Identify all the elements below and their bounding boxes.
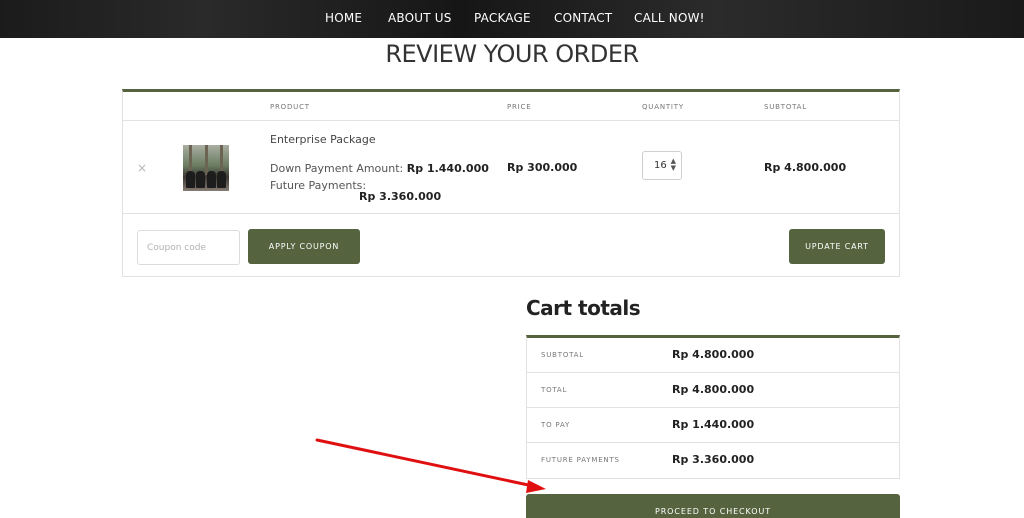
cart-totals-title: Cart totals — [526, 296, 641, 320]
future-payments-value: Rp 3.360.000 — [359, 190, 442, 203]
proceed-to-checkout-button[interactable]: PROCEED TO CHECKOUT — [526, 494, 900, 518]
totals-value: Rp 3.360.000 — [672, 453, 755, 466]
nav-package[interactable]: PACKAGE — [474, 11, 531, 25]
nav-call-now[interactable]: CALL NOW! — [634, 11, 705, 25]
product-thumbnail[interactable] — [183, 145, 229, 191]
product-name-link[interactable]: Enterprise Package — [270, 133, 376, 146]
future-payments-label: Future Payments: — [270, 179, 367, 192]
totals-row-total: TOTAL Rp 4.800.000 — [527, 373, 899, 408]
totals-label: TO PAY — [541, 421, 571, 429]
totals-label: TOTAL — [541, 386, 568, 394]
totals-row-future-payments: FUTURE PAYMENTS Rp 3.360.000 — [527, 443, 899, 478]
quantity-value: 16 — [654, 160, 667, 171]
nav-contact[interactable]: CONTACT — [554, 11, 612, 25]
totals-row-subtotal: SUBTOTAL Rp 4.800.000 — [527, 338, 899, 373]
page-title: REVIEW YOUR ORDER — [385, 40, 639, 68]
top-navigation: HOME ABOUT US PACKAGE CONTACT CALL NOW! — [0, 0, 1024, 38]
header-quantity: QUANTITY — [642, 103, 684, 111]
item-price: Rp 300.000 — [507, 161, 578, 174]
cart-table: PRODUCT PRICE QUANTITY SUBTOTAL × Enterp… — [122, 89, 900, 277]
totals-label: FUTURE PAYMENTS — [541, 456, 620, 464]
totals-label: SUBTOTAL — [541, 351, 584, 359]
header-subtotal: SUBTOTAL — [764, 103, 807, 111]
coupon-code-input[interactable] — [137, 230, 240, 265]
divider — [123, 213, 899, 214]
nav-home[interactable]: HOME — [325, 11, 362, 25]
down-payment-value: Rp 1.440.000 — [406, 162, 489, 175]
nav-about-us[interactable]: ABOUT US — [388, 11, 452, 25]
chevron-updown-icon[interactable]: ▲ ▼ — [671, 158, 676, 172]
close-icon[interactable]: × — [137, 161, 147, 175]
down-payment-line: Down Payment Amount: Rp 1.440.000 — [270, 162, 489, 175]
divider — [123, 120, 899, 121]
update-cart-button[interactable]: UPDATE CART — [789, 229, 885, 264]
totals-row-to-pay: TO PAY Rp 1.440.000 — [527, 408, 899, 443]
totals-value: Rp 4.800.000 — [672, 383, 755, 396]
cart-totals-table: SUBTOTAL Rp 4.800.000 TOTAL Rp 4.800.000… — [526, 335, 900, 479]
apply-coupon-button[interactable]: APPLY COUPON — [248, 229, 360, 264]
item-subtotal: Rp 4.800.000 — [764, 161, 847, 174]
totals-value: Rp 1.440.000 — [672, 418, 755, 431]
header-product: PRODUCT — [270, 103, 310, 111]
quantity-stepper[interactable]: 16 ▲ ▼ — [642, 151, 682, 180]
header-price: PRICE — [507, 103, 532, 111]
totals-value: Rp 4.800.000 — [672, 348, 755, 361]
down-payment-label: Down Payment Amount: — [270, 162, 404, 175]
